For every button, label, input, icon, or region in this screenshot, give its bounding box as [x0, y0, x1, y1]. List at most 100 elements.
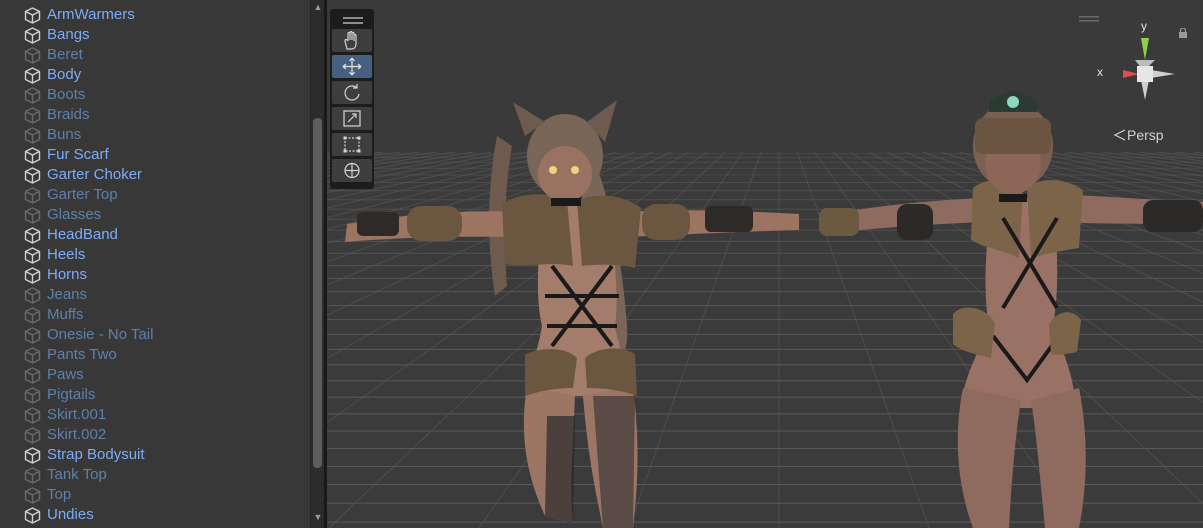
- hierarchy-item-label: Garter Choker: [47, 166, 143, 183]
- hierarchy-item-label: Skirt.002: [47, 426, 107, 443]
- hierarchy-item-label: Undies: [47, 506, 94, 523]
- hierarchy-item[interactable]: Body: [0, 65, 310, 85]
- hand-icon: [344, 31, 357, 50]
- hierarchy-item-label: Buns: [47, 126, 82, 143]
- hierarchy-item[interactable]: Horns: [0, 265, 310, 285]
- hierarchy-item[interactable]: Fur Scarf: [0, 145, 310, 165]
- hierarchy-item[interactable]: Heels: [0, 245, 310, 265]
- scroll-thumb[interactable]: [313, 118, 322, 468]
- rect-tool-button[interactable]: [332, 133, 372, 156]
- hierarchy-item-label: HeadBand: [47, 226, 118, 243]
- hierarchy-item[interactable]: Garter Choker: [0, 165, 310, 185]
- projection-label[interactable]: Persp: [1127, 127, 1164, 143]
- gameobject-cube-icon: [24, 287, 41, 304]
- rotate-icon: [344, 84, 360, 101]
- hierarchy-item-label: Pants Two: [47, 346, 117, 363]
- gameobject-cube-icon: [24, 167, 41, 184]
- hierarchy-item-label: Braids: [47, 106, 90, 123]
- scroll-down-arrow-icon[interactable]: ▼: [311, 510, 325, 524]
- gameobject-cube-icon: [24, 67, 41, 84]
- gameobject-cube-icon: [24, 367, 41, 384]
- lock-icon[interactable]: [1178, 28, 1188, 38]
- hierarchy-item[interactable]: Top: [0, 485, 310, 505]
- rotate-tool-button[interactable]: [332, 81, 372, 104]
- persp-chevron-icon: [1113, 129, 1126, 141]
- hierarchy-item[interactable]: Onesie - No Tail: [0, 325, 310, 345]
- hierarchy-item-label: Beret: [47, 46, 83, 63]
- hierarchy-item[interactable]: ArmWarmers: [0, 5, 310, 25]
- hierarchy-item-label: Heels: [47, 246, 86, 263]
- hierarchy-item-label: Horns: [47, 266, 88, 283]
- gameobject-cube-icon: [24, 247, 41, 264]
- hierarchy-item[interactable]: HeadBand: [0, 225, 310, 245]
- tools-drag-handle-icon[interactable]: [332, 11, 372, 29]
- gameobject-cube-icon: [24, 347, 41, 364]
- gizmo-center-cube-icon: [1137, 66, 1153, 82]
- hierarchy-list: ArmWarmers Bangs Beret Body Boots Braids Buns F…: [0, 5, 310, 525]
- gameobject-cube-icon: [24, 487, 41, 504]
- gameobject-cube-icon: [24, 307, 41, 324]
- gameobject-cube-icon: [24, 327, 41, 344]
- gameobject-cube-icon: [24, 447, 41, 464]
- gameobject-cube-icon: [24, 7, 41, 24]
- hierarchy-item[interactable]: Paws: [0, 365, 310, 385]
- hierarchy-item[interactable]: Muffs: [0, 305, 310, 325]
- hierarchy-item-label: Jeans: [47, 286, 88, 303]
- hierarchy-item[interactable]: Undies: [0, 505, 310, 525]
- transform-tool-button[interactable]: [332, 159, 372, 182]
- hierarchy-item-label: Strap Bodysuit: [47, 446, 145, 463]
- hierarchy-item-label: Paws: [47, 366, 84, 383]
- hierarchy-item[interactable]: Skirt.001: [0, 405, 310, 425]
- gameobject-cube-icon: [24, 207, 41, 224]
- hierarchy-item-label: Body: [47, 66, 82, 83]
- gameobject-cube-icon: [24, 187, 41, 204]
- gameobject-cube-icon: [24, 267, 41, 284]
- hierarchy-item[interactable]: Buns: [0, 125, 310, 145]
- gizmo-neg-x-icon: [1151, 70, 1175, 78]
- move-tool-button[interactable]: [332, 55, 372, 78]
- scene-view[interactable]: y x Persp: [327, 0, 1203, 528]
- gameobject-cube-icon: [24, 127, 41, 144]
- gameobject-cube-icon: [24, 427, 41, 444]
- hierarchy-item[interactable]: Bangs: [0, 25, 310, 45]
- transform-icon: [344, 162, 360, 179]
- gameobject-cube-icon: [24, 27, 41, 44]
- hierarchy-item[interactable]: Jeans: [0, 285, 310, 305]
- hierarchy-item[interactable]: Braids: [0, 105, 310, 125]
- gameobject-cube-icon: [24, 387, 41, 404]
- gameobject-cube-icon: [24, 507, 41, 524]
- hierarchy-item[interactable]: Beret: [0, 45, 310, 65]
- gameobject-cube-icon: [24, 107, 41, 124]
- hierarchy-item-label: Glasses: [47, 206, 102, 223]
- hierarchy-item-label: Bangs: [47, 26, 90, 43]
- hierarchy-item[interactable]: Garter Top: [0, 185, 310, 205]
- hierarchy-item[interactable]: Tank Top: [0, 465, 310, 485]
- character-model-left[interactable]: [337, 96, 807, 528]
- scroll-up-arrow-icon[interactable]: ▲: [311, 0, 325, 14]
- scale-tool-button[interactable]: [332, 107, 372, 130]
- gameobject-cube-icon: [24, 407, 41, 424]
- scene-tools-panel: [330, 9, 374, 189]
- gameobject-cube-icon: [24, 47, 41, 64]
- hierarchy-item[interactable]: Boots: [0, 85, 310, 105]
- hierarchy-item-label: Pigtails: [47, 386, 96, 403]
- hierarchy-item-label: Tank Top: [47, 466, 107, 483]
- character-model-right[interactable]: [813, 88, 1203, 528]
- gizmo-neg-y-icon: [1141, 80, 1149, 100]
- hierarchy-item[interactable]: Skirt.002: [0, 425, 310, 445]
- hierarchy-item-label: Boots: [47, 86, 86, 103]
- hierarchy-item[interactable]: Pants Two: [0, 345, 310, 365]
- gizmo-y-axis-icon: [1141, 38, 1149, 60]
- hierarchy-item[interactable]: Pigtails: [0, 385, 310, 405]
- gameobject-cube-icon: [24, 147, 41, 164]
- hierarchy-item-label: Garter Top: [47, 186, 118, 203]
- rect-transform-icon: [343, 136, 361, 153]
- hierarchy-item[interactable]: Strap Bodysuit: [0, 445, 310, 465]
- hierarchy-panel: ArmWarmers Bangs Beret Body Boots Braids Buns F…: [0, 0, 310, 528]
- hierarchy-item[interactable]: Glasses: [0, 205, 310, 225]
- hand-tool-button[interactable]: [332, 29, 372, 52]
- scale-icon: [343, 110, 361, 127]
- hierarchy-item-label: Muffs: [47, 306, 84, 323]
- hierarchy-scrollbar[interactable]: ▲ ▼: [310, 0, 324, 528]
- gizmo-y-label: y: [1141, 19, 1147, 33]
